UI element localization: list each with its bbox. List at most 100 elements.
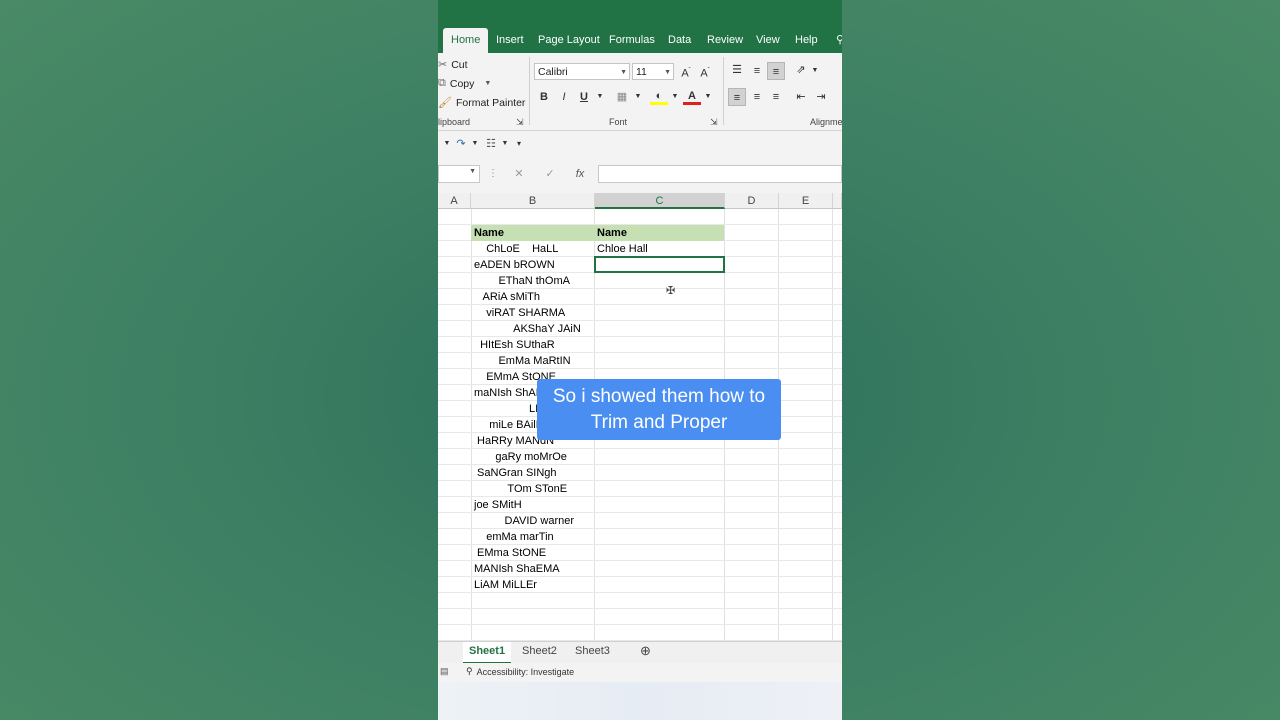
chevron-down-icon[interactable]: ▼ [629,88,647,106]
decrease-indent-icon[interactable]: ⇤ [792,88,810,106]
align-right-icon[interactable]: ≡ [767,88,785,106]
sheet-tab-1[interactable]: Sheet1 [463,642,512,664]
align-top-icon[interactable]: ☰ [728,61,746,79]
tab-data[interactable]: Data [668,28,691,53]
format-painter-button[interactable]: 🖌 Format Painter [438,96,526,110]
dialog-launcher-icon[interactable]: ⇲ [710,117,718,128]
align-center-icon[interactable]: ≡ [748,88,766,106]
sheet-tab-3[interactable]: Sheet3 [575,642,610,662]
align-bottom-icon[interactable]: ≡ [767,62,785,80]
increase-font-icon[interactable]: Aˆ [677,62,695,80]
name-cell[interactable]: viRAT SHARMA [474,305,565,321]
format-painter-label: Format Painter [455,96,526,109]
name-cell[interactable]: DAVID warner [474,513,575,529]
chevron-down-icon[interactable]: ▼ [806,62,824,80]
name-cell[interactable]: HItEsh SUthaR [474,337,555,353]
name-cell[interactable]: TOm STonE [474,481,567,497]
active-cell[interactable] [594,256,725,273]
accessibility-icon: ⚲ [466,666,473,676]
name-cell[interactable]: joe SMitH [474,497,522,513]
tab-formulas[interactable]: Formulas [609,28,655,53]
decrease-font-icon[interactable]: Aˇ [696,62,714,80]
sheet-tab-2[interactable]: Sheet2 [522,642,557,662]
name-cell[interactable]: MANIsh ShaEMA [474,561,560,577]
caption-line-2: Trim and Proper [590,411,728,433]
formula-bar: ▼ ⋮ ✕ ✓ fx [438,157,842,193]
accessibility-status[interactable]: ⚲ Accessibility: Investigate [466,666,574,677]
increase-indent-icon[interactable]: ⇥ [812,88,830,106]
enter-check-icon[interactable]: ✓ [541,165,559,183]
gridline [438,608,842,609]
font-size-value: 11 [636,66,647,78]
column-header-c[interactable]: C [595,193,725,209]
gridline [438,624,842,625]
align-left-icon[interactable]: ≡ [728,88,746,106]
customize-qat-icon[interactable]: ▾ [510,135,528,153]
excel-window: Home Insert Page Layout Formulas Data Re… [438,0,842,720]
column-header-d[interactable]: D [725,193,779,209]
font-name-value: Calibri [538,66,568,78]
name-cell[interactable]: EmMa MaRtIN [474,353,570,369]
search-icon[interactable]: ⚲ [836,28,842,53]
name-cell[interactable]: ChLoE HaLL [474,241,558,257]
tab-help[interactable]: Help [795,28,818,53]
chevron-down-icon: ▼ [484,80,492,87]
tab-insert[interactable]: Insert [496,28,524,53]
chevron-down-icon[interactable]: ▼ [591,88,609,106]
italic-button[interactable]: I [555,88,573,106]
tab-review[interactable]: Review [707,28,743,53]
column-header-b[interactable]: B [471,193,595,209]
header-cell-b[interactable]: Name [474,225,504,241]
name-cell[interactable]: emMa marTin [474,529,553,545]
font-size-select[interactable]: 11 ▼ [632,63,674,80]
copy-icon: ⧉ [438,77,446,89]
macro-icon[interactable]: ▤ [440,666,449,677]
name-box[interactable]: ▼ [438,165,480,183]
cut-label: Cut [451,58,468,71]
name-cell[interactable]: EMma StONE [474,545,546,561]
chevron-down-icon[interactable]: ▼ [699,88,717,106]
cancel-icon[interactable]: ✕ [510,165,528,183]
align-middle-icon[interactable]: ≡ [748,62,766,80]
chevron-down-icon: ▼ [664,69,671,76]
sheet-tab-bar: Sheet1 Sheet2 Sheet3 ⊕ [438,641,842,664]
name-cell[interactable]: EThaN thOmA [474,273,570,289]
status-bar: ▤ ⚲ Accessibility: Investigate [438,663,842,682]
tab-view[interactable]: View [756,28,780,53]
name-cell[interactable]: AKShaY JAiN [474,321,581,337]
column-header-e[interactable]: E [779,193,833,209]
more-icon: ⋮ [488,168,498,179]
name-cell[interactable]: LiAM MiLLEr [474,577,537,593]
accessibility-label: Accessibility: Investigate [476,666,575,677]
group-divider [529,57,530,125]
video-caption: So i showed them how to Trim and Proper [537,379,781,440]
cell-cursor-icon: ✠ [666,285,676,297]
dialog-launcher-icon[interactable]: ⇲ [516,117,524,128]
name-cell[interactable]: gaRy moMrOe [474,449,567,465]
name-cell[interactable]: ARiA sMiTh [474,289,540,305]
cell-c-result[interactable]: Chloe Hall [597,241,648,257]
add-sheet-icon[interactable]: ⊕ [640,642,651,662]
tab-page-layout[interactable]: Page Layout [538,28,600,53]
column-header-f[interactable] [833,193,842,209]
caption-line-1: So i showed them how to [552,385,766,407]
chevron-down-icon[interactable]: ▼ [666,88,684,106]
column-header-a[interactable]: A [438,193,471,209]
header-cell-c[interactable]: Name [597,225,627,241]
background-area [438,682,842,720]
formula-input[interactable] [598,165,842,183]
brush-icon: 🖌 [438,97,452,109]
copy-button[interactable]: ⧉ Copy ▼ [438,77,491,90]
cut-button[interactable]: ✂ Cut [438,58,468,72]
group-divider [723,57,724,125]
copy-label: Copy [449,77,475,90]
name-cell[interactable]: eADEN bROWN [474,257,555,273]
clipboard-group-label: lipboard [438,117,471,127]
quick-access-toolbar: ▼ ↷ ▼ ☷ ▼ ▾ [438,131,842,157]
name-cell[interactable]: SaNGran SINgh [474,465,557,481]
bold-button[interactable]: B [535,88,553,106]
tab-home[interactable]: Home [443,28,489,53]
ribbon-tabs: Home Insert Page Layout Formulas Data Re… [438,28,842,53]
insert-function-icon[interactable]: fx [571,165,589,183]
font-name-select[interactable]: Calibri ▼ [534,63,630,80]
